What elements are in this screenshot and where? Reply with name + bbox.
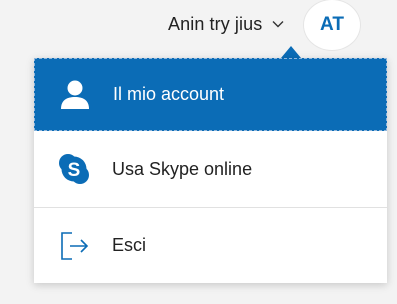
person-icon	[59, 79, 91, 111]
chevron-down-icon	[271, 17, 285, 31]
top-bar: Anin try jius AT	[0, 0, 397, 58]
sign-out-label: Esci	[112, 235, 147, 255]
account-dropdown-menu: Il mio account S Usa Skype online Esci	[34, 58, 387, 283]
sign-out-menu-item[interactable]: Esci	[34, 208, 387, 283]
my-account-label: Il mio account	[113, 84, 225, 104]
skype-icon: S	[58, 153, 90, 185]
skype-online-label: Usa Skype online	[112, 158, 253, 179]
my-account-menu-item[interactable]: Il mio account	[34, 58, 387, 131]
user-name: Anin try jius	[168, 13, 263, 34]
avatar[interactable]: AT	[304, 0, 360, 50]
account-menu-trigger[interactable]: Anin try jius	[168, 8, 285, 40]
svg-text:S: S	[68, 160, 81, 181]
sign-out-icon	[58, 230, 90, 262]
menu-caret	[281, 46, 301, 58]
skype-online-menu-item[interactable]: S Usa Skype online	[34, 131, 387, 208]
